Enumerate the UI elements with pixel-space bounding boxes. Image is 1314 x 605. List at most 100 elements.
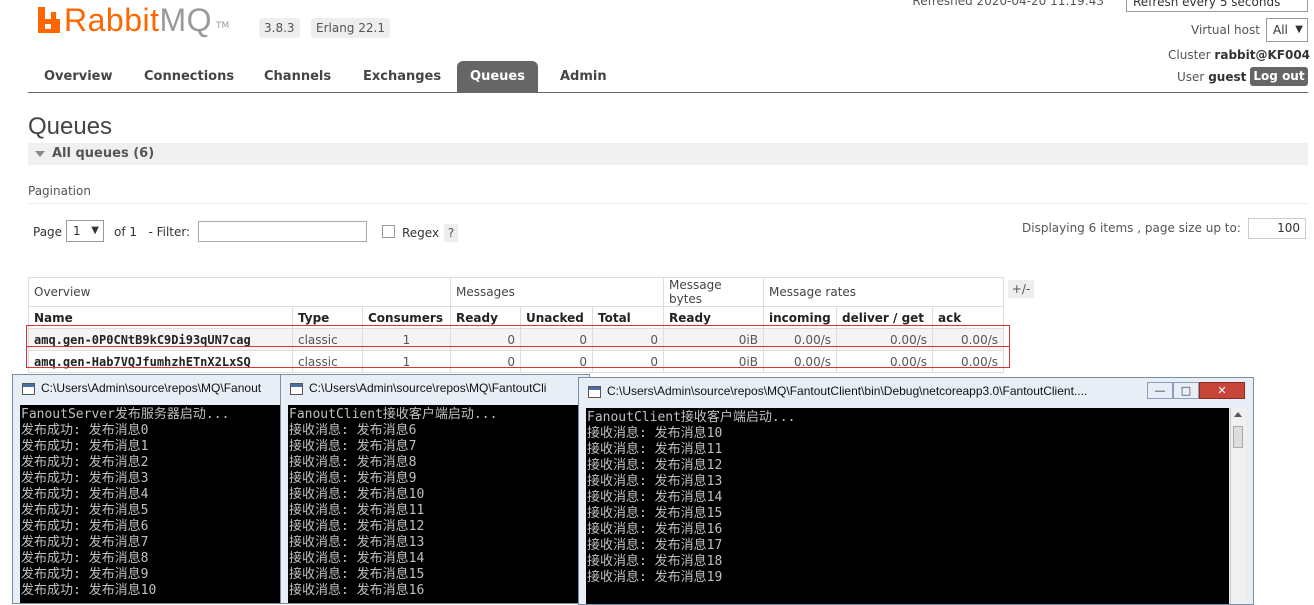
console-line: 接收消息: 发布消息16 [289,583,425,598]
chevron-down-icon: ▼ [91,225,99,236]
filter-input[interactable] [198,221,367,242]
trademark: TM [216,21,230,31]
console-scrollbar[interactable] [1230,408,1246,604]
refresh-select-value: Refresh every 5 seconds [1133,0,1281,9]
main-nav: Overview Connections Channels Exchanges … [28,61,1308,93]
console-line: 发布成功: 发布消息2 [21,455,149,470]
page-select-value: 1 [73,224,81,238]
refresh-select[interactable]: Refresh every 5 seconds [1126,0,1308,12]
console-line: FanoutClient接收客户端启动... [587,410,796,425]
row-highlight-box [26,346,1010,368]
console-window-icon [22,383,35,395]
group-header: Message bytes [663,277,764,307]
console-line: 接收消息: 发布消息10 [289,487,425,502]
console-line: 接收消息: 发布消息10 [587,426,723,441]
console-line: 接收消息: 发布消息18 [587,554,723,569]
console-line: 发布成功: 发布消息10 [21,583,157,598]
regex-checkbox[interactable] [382,225,395,238]
logo-mq-text: MQ [159,1,213,38]
console-line: 发布成功: 发布消息7 [21,535,149,550]
console-line: 接收消息: 发布消息15 [289,567,425,582]
console-line: 发布成功: 发布消息0 [21,423,149,438]
console-window-client-1[interactable]: C:\Users\Admin\source\repos\MQ\FantoutCl… [280,374,590,604]
columns-toggle-button[interactable]: +/- [1008,280,1034,298]
maximize-button[interactable]: □ [1173,382,1199,399]
console-line: 接收消息: 发布消息11 [587,442,723,457]
console-line: 接收消息: 发布消息11 [289,503,425,518]
all-queues-label: All queues (6) [52,146,155,161]
group-header: Messages [450,277,664,307]
logo-rabbit-text: Rabbit [64,1,160,38]
console-line: 发布成功: 发布消息4 [21,487,149,502]
refreshed-time: Refreshed 2020-04-20 11:19:43 [912,0,1104,8]
tab-overview[interactable]: Overview [28,61,129,92]
console-line: FanoutClient接收客户端启动... [289,407,498,422]
console-line: 接收消息: 发布消息9 [289,471,417,486]
page-size-input[interactable]: 100 [1248,218,1306,239]
rabbitmq-logo-icon [38,7,60,33]
console-line: 发布成功: 发布消息8 [21,551,149,566]
page-title: Queues [28,113,113,140]
window-titlebar[interactable]: C:\Users\Admin\source\repos\MQ\FantoutCl… [579,378,1253,406]
console-window-icon [290,383,303,395]
cluster-value: rabbit@KF004 [1214,48,1311,62]
console-line: 接收消息: 发布消息7 [289,439,417,454]
console-line: FanoutServer发布服务器启动... [21,407,230,422]
cluster-label: Cluster [1168,48,1211,62]
console-line: 接收消息: 发布消息12 [587,458,723,473]
console-line: 接收消息: 发布消息13 [587,474,723,489]
row-highlight-box [26,325,1010,347]
console-line: 发布成功: 发布消息9 [21,567,149,582]
console-line: 接收消息: 发布消息19 [587,570,723,585]
console-line: 接收消息: 发布消息13 [289,535,425,550]
console-window-icon [588,386,601,398]
window-titlebar[interactable]: C:\Users\Admin\source\repos\MQ\FantoutCl… [281,375,589,403]
regex-label: Regex [402,226,440,240]
tab-exchanges[interactable]: Exchanges [347,61,457,92]
minimize-button[interactable]: — [1147,382,1173,399]
tab-channels[interactable]: Channels [248,61,347,92]
close-button[interactable]: ✕ [1199,382,1245,399]
console-line: 发布成功: 发布消息6 [21,519,149,534]
page-label: Page [33,225,63,239]
window-titlebar[interactable]: C:\Users\Admin\source\repos\MQ\Fanout [13,375,293,403]
group-header: Message rates [763,277,1004,307]
chevron-down-icon: ▼ [1295,24,1303,35]
console-output: FanoutClient接收客户端启动... 接收消息: 发布消息10 接收消息… [586,408,1229,604]
help-button[interactable]: ? [444,224,458,242]
pagination-title: Pagination [28,184,91,198]
all-queues-toggle[interactable]: All queues (6) [28,143,1308,165]
cluster-info: Cluster rabbit@KF004 [1168,48,1310,62]
virtual-host-value: All [1273,23,1288,37]
scrollbar-thumb[interactable] [1233,426,1243,448]
scroll-up-icon[interactable] [1234,412,1242,417]
console-window-server[interactable]: C:\Users\Admin\source\repos\MQ\Fanout Fa… [12,374,294,604]
tab-queues[interactable]: Queues [457,61,538,92]
console-line: 接收消息: 发布消息12 [289,519,425,534]
console-line: 发布成功: 发布消息5 [21,503,149,518]
tab-connections[interactable]: Connections [128,61,250,92]
console-output: FanoutServer发布服务器启动... 发布成功: 发布消息0 发布成功:… [20,405,286,603]
window-title: C:\Users\Admin\source\repos\MQ\Fanout [41,381,262,395]
console-output: FanoutClient接收客户端启动... 接收消息: 发布消息6 接收消息:… [288,405,582,603]
console-line: 接收消息: 发布消息15 [587,506,723,521]
console-line: 接收消息: 发布消息8 [289,455,417,470]
virtual-host-select[interactable]: All ▼ [1266,18,1308,42]
divider [28,203,1308,204]
displaying-text: Displaying 6 items , page size up to: [1022,221,1241,235]
rabbitmq-logo[interactable]: RabbitMQ TM [38,1,230,38]
console-window-client-2[interactable]: C:\Users\Admin\source\repos\MQ\FantoutCl… [578,377,1254,605]
of-filter-label: of 1 - Filter: [114,225,191,239]
console-line: 接收消息: 发布消息16 [587,522,723,537]
window-title: C:\Users\Admin\source\repos\MQ\FantoutCl… [309,381,547,395]
window-title: C:\Users\Admin\source\repos\MQ\FantoutCl… [607,384,1088,398]
collapse-triangle-icon [35,151,45,157]
console-line: 发布成功: 发布消息3 [21,471,149,486]
console-line: 接收消息: 发布消息6 [289,423,417,438]
tab-admin[interactable]: Admin [544,61,623,92]
group-header: Overview [28,277,451,307]
console-line: 接收消息: 发布消息14 [587,490,723,505]
page-select[interactable]: 1 ▼ [66,220,104,242]
console-line: 接收消息: 发布消息17 [587,538,723,553]
console-line: 接收消息: 发布消息14 [289,551,425,566]
